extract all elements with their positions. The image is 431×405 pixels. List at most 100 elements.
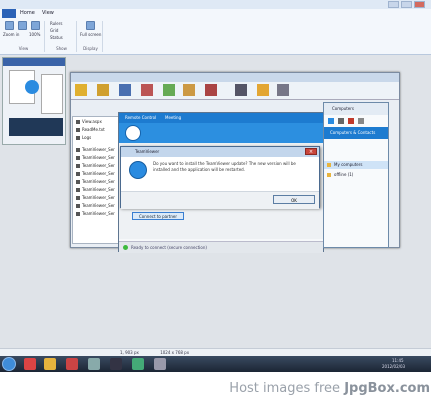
- list-item[interactable]: Logs: [76, 135, 91, 141]
- list-item-label: TeamViewer_Ser: [82, 163, 115, 168]
- zoom-in-label: Zoom in: [3, 32, 20, 37]
- ribbon-group-display: Full screen Display: [79, 21, 103, 52]
- archive-icon[interactable]: [163, 84, 175, 96]
- fullscreen-label: Full screen: [80, 32, 102, 37]
- dialog-title: TeamViewer: [121, 147, 319, 157]
- paint-icon[interactable]: [132, 358, 144, 370]
- file-list: View.aspx ReadMe.txt Logs TeamViewer_Ser…: [72, 116, 122, 244]
- books-icon[interactable]: [183, 84, 195, 96]
- list-item-label: TeamViewer_Ser: [82, 187, 115, 192]
- group-offline[interactable]: offline (1): [324, 171, 388, 179]
- close-button[interactable]: [414, 1, 425, 8]
- start-button[interactable]: [2, 357, 16, 371]
- zoom-out-icon[interactable]: [18, 21, 27, 30]
- window-titlebar: [0, 0, 431, 9]
- maximize-button[interactable]: [401, 1, 412, 8]
- panel-toolbar: [324, 116, 388, 126]
- group-label: offline (1): [334, 172, 354, 177]
- teamviewer-header: Remote Control Meeting: [119, 113, 323, 123]
- disk-icon[interactable]: [119, 84, 131, 96]
- ribbon: Home View Zoom in 100% View Rulers Grid …: [0, 9, 431, 55]
- list-item-label: Logs: [82, 135, 92, 140]
- note-icon[interactable]: [97, 84, 109, 96]
- list-item-label: TeamViewer_Ser: [82, 179, 115, 184]
- group-my-computers[interactable]: My computers: [324, 161, 388, 169]
- ok-button[interactable]: OK: [273, 195, 315, 204]
- file-icon: [76, 136, 80, 140]
- connection-status: Ready to connect (secure connection): [119, 241, 323, 253]
- folder-icon[interactable]: [44, 358, 56, 370]
- teamviewer-logo-icon: [129, 161, 147, 179]
- system-tray: 11:45 2012/02/03: [340, 357, 431, 371]
- thumbnail-panel: [41, 74, 63, 114]
- list-item[interactable]: TeamViewer_Ser: [76, 163, 115, 169]
- terminal-icon[interactable]: [110, 358, 122, 370]
- file-icon: [76, 188, 80, 192]
- list-item[interactable]: TeamViewer_Ser: [76, 147, 115, 153]
- zoom-100-icon[interactable]: [31, 21, 40, 30]
- computers-contacts-panel: Computers Computers & Contacts My comput…: [323, 102, 389, 248]
- thumbnail-taskbar: [9, 118, 63, 136]
- list-item[interactable]: TeamViewer_Ser: [76, 171, 115, 177]
- zoom-in-icon[interactable]: [5, 21, 14, 30]
- delete-icon[interactable]: [348, 118, 354, 124]
- file-icon: [76, 164, 80, 168]
- list-item-label: TeamViewer_Ser: [82, 147, 115, 152]
- ribbon-group-label: Display: [83, 46, 98, 51]
- status-bar: 1, 903 px 1024 x 768 px: [0, 348, 431, 356]
- ribbon-group-zoom: Zoom in 100% View: [3, 21, 45, 52]
- ribbon-group-show: Rulers Grid Status Show: [47, 21, 77, 52]
- status-dot-icon: [123, 245, 128, 250]
- browser-icon[interactable]: [66, 358, 78, 370]
- list-item[interactable]: TeamViewer_Ser: [76, 187, 115, 193]
- tab-meeting[interactable]: Meeting: [165, 115, 181, 120]
- file-icon: [76, 120, 80, 124]
- clock-date: 2012/02/03: [382, 364, 406, 369]
- status-checkbox[interactable]: Status: [50, 35, 63, 40]
- ribbon-app-menu[interactable]: [2, 9, 16, 18]
- teamviewer-logo-icon: [25, 80, 39, 94]
- tab-view[interactable]: View: [42, 9, 60, 18]
- watermark-brand: JpgBox.com: [344, 381, 430, 396]
- chrome-icon[interactable]: [24, 358, 36, 370]
- clock-time: 11:45: [392, 358, 404, 363]
- embedded-screenshot-thumbnail: [2, 57, 66, 145]
- folder-icon[interactable]: [75, 84, 87, 96]
- user-icon[interactable]: [235, 84, 247, 96]
- list-item[interactable]: TeamViewer_Ser: [76, 179, 115, 185]
- thumbnail-titlebar: [3, 58, 65, 66]
- list-item-label: TeamViewer_Ser: [82, 155, 115, 160]
- add-contact-icon[interactable]: [328, 118, 334, 124]
- tab-home[interactable]: Home: [20, 9, 38, 18]
- app-icon[interactable]: [88, 358, 100, 370]
- connect-partner-button[interactable]: Connect to partner: [132, 212, 184, 220]
- list-item[interactable]: ReadMe.txt: [76, 127, 105, 133]
- list-item[interactable]: View.aspx: [76, 119, 102, 125]
- edit-icon[interactable]: [358, 118, 364, 124]
- rulers-checkbox[interactable]: Rulers: [50, 21, 62, 26]
- file-icon: [76, 128, 80, 132]
- group-icon: [327, 173, 331, 177]
- app-icon[interactable]: [154, 358, 166, 370]
- pencil-icon[interactable]: [257, 84, 269, 96]
- file-icon: [76, 180, 80, 184]
- tab-remote-control[interactable]: Remote Control: [125, 115, 156, 120]
- explorer-toolbar: [71, 82, 399, 100]
- gear-icon[interactable]: [205, 84, 217, 96]
- list-item[interactable]: TeamViewer_Ser: [76, 203, 115, 209]
- printer-icon[interactable]: [277, 84, 289, 96]
- minimize-button[interactable]: [388, 1, 399, 8]
- list-item[interactable]: TeamViewer_Ser: [76, 211, 115, 217]
- list-item[interactable]: TeamViewer_Ser: [76, 155, 115, 161]
- list-item[interactable]: TeamViewer_Ser: [76, 195, 115, 201]
- list-item-label: TeamViewer_Ser: [82, 195, 115, 200]
- dialog-close-button[interactable]: ×: [305, 148, 317, 155]
- properties-icon[interactable]: [338, 118, 344, 124]
- list-item-label: View.aspx: [82, 119, 102, 124]
- cursor-coordinates: 1, 903 px: [120, 350, 139, 355]
- grid-checkbox[interactable]: Grid: [50, 28, 58, 33]
- file-icon: [76, 212, 80, 216]
- fullscreen-icon[interactable]: [86, 21, 95, 30]
- file-icon: [76, 204, 80, 208]
- tools-icon[interactable]: [141, 84, 153, 96]
